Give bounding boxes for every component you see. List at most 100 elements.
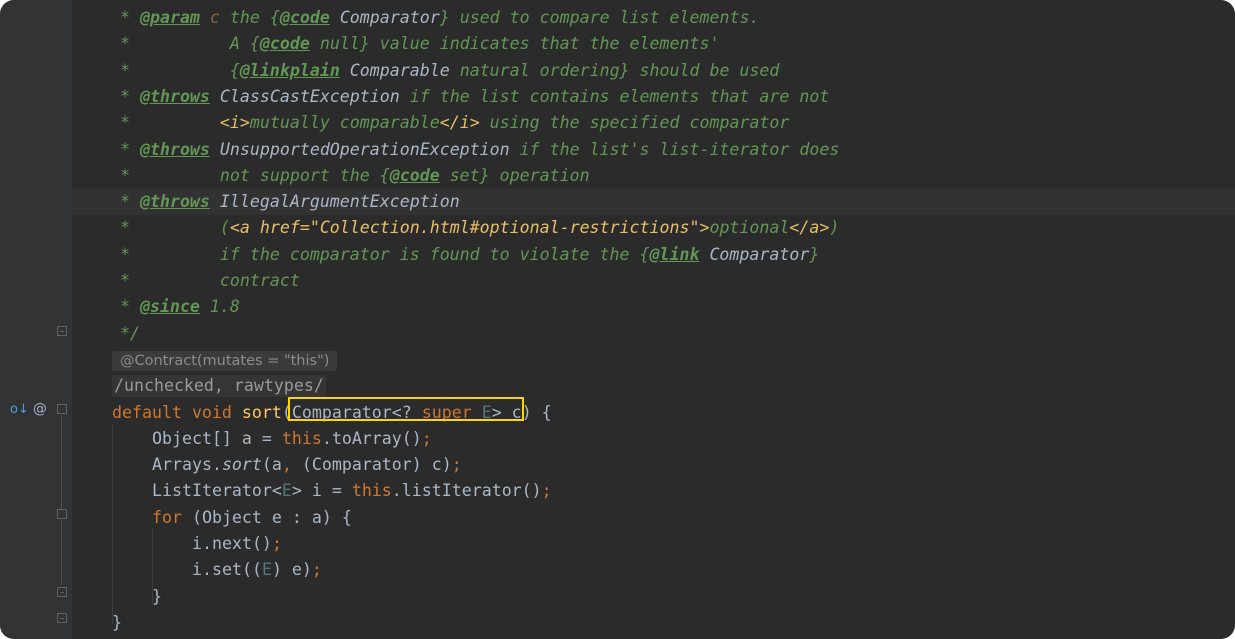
code-editor[interactable]: o↓ @ * @param c the {@code Comparator} u…: [0, 0, 1235, 639]
javadoc-star: *: [120, 60, 230, 80]
javadoc-star: *: [120, 271, 220, 290]
fold-end-javadoc-icon[interactable]: [57, 326, 67, 336]
javadoc-token: if the comparator is found to violate th…: [219, 244, 650, 264]
contract-inlay-hint: @Contract(mutates = "this"): [112, 350, 338, 371]
javadoc-star: *: [120, 8, 140, 27]
javadoc-star: *: [120, 218, 220, 238]
javadoc-line[interactable]: * @throws ClassCastException if the list…: [72, 84, 1235, 110]
javadoc-star: *: [120, 192, 140, 212]
javadoc-token: c: [199, 8, 230, 27]
editor-gutter: o↓ @: [0, 0, 72, 639]
javadoc-star: *: [120, 86, 140, 106]
code-token: i.set((: [192, 560, 262, 580]
javadoc-tag: @throws: [139, 139, 210, 159]
javadoc-line[interactable]: * @param c the {@code Comparator} used t…: [72, 5, 1235, 31]
javadoc-token: </i>: [439, 113, 480, 133]
javadoc-line[interactable]: * {@linkplain Comparable natural orderin…: [72, 58, 1235, 84]
code-line[interactable]: }: [72, 584, 1235, 610]
indent-guide: [112, 424, 113, 624]
javadoc-line[interactable]: * @throws IllegalArgumentException: [72, 189, 1235, 216]
javadoc-token: null} value indicates that the elements': [309, 34, 720, 54]
javadoc-line[interactable]: */: [72, 321, 1235, 347]
javadoc-token: optional: [709, 218, 790, 238]
signature-token: [182, 403, 192, 422]
fold-for-loop-icon[interactable]: [57, 509, 67, 519]
code-token: Object[] a =: [152, 428, 282, 448]
code-token: ;: [541, 481, 552, 501]
code-line[interactable]: i.next();: [72, 531, 1235, 557]
code-token: E: [281, 481, 292, 501]
signature-token: [232, 403, 242, 422]
javadoc-token: UnsupportedOperationException: [209, 139, 510, 159]
javadoc-line[interactable]: * A {@code null} value indicates that th…: [72, 31, 1235, 57]
code-line[interactable]: ListIterator<E> i = this.listIterator();: [72, 478, 1235, 504]
javadoc-tag: @throws: [139, 86, 210, 106]
javadoc-token: contract: [219, 271, 300, 290]
fold-end-for-loop-icon[interactable]: [57, 587, 67, 597]
fold-guide-line: [61, 415, 62, 510]
javadoc-star: *: [120, 165, 220, 185]
javadoc-token: IllegalArgumentException: [209, 192, 460, 212]
code-line[interactable]: for (Object e : a) {: [72, 505, 1235, 531]
code-token: this: [351, 481, 392, 501]
javadoc-token: @code: [389, 165, 440, 185]
javadoc-line[interactable]: * (<a href="Collection.html#optional-res…: [72, 215, 1235, 241]
javadoc-token: @code: [259, 34, 310, 54]
code-line[interactable]: Object[] a = this.toArray();: [72, 426, 1235, 452]
code-line[interactable]: }: [72, 610, 1235, 636]
override-method-icon[interactable]: o↓: [10, 402, 29, 417]
javadoc-token: } used to compare list elements.: [439, 8, 760, 27]
code-token: E: [261, 560, 272, 580]
javadoc-token: not support the {: [219, 165, 390, 185]
javadoc-token: if the list contains elements that are n…: [399, 86, 830, 106]
code-token: }: [152, 586, 162, 606]
javadoc-tag: @since: [139, 297, 200, 317]
javadoc-token: natural ordering} should be used: [449, 60, 780, 80]
code-token: ;: [271, 534, 282, 553]
code-token: .listIterator(): [391, 481, 542, 501]
javadoc-token: @code: [279, 8, 330, 27]
indent-guide: [152, 528, 153, 604]
javadoc-token: 1.8: [199, 297, 240, 317]
code-token: ListIterator<: [152, 481, 282, 501]
javadoc-token: {: [229, 60, 240, 80]
javadoc-token: the {: [229, 8, 280, 27]
code-token: i.next(): [192, 534, 272, 553]
method-signature-line[interactable]: default void sort(Comparator<? super E> …: [72, 400, 1235, 426]
fold-guide-line: [61, 520, 62, 585]
javadoc-line[interactable]: * @since 1.8: [72, 294, 1235, 320]
annotation-icon[interactable]: @: [33, 401, 47, 417]
javadoc-star: *: [120, 139, 140, 159]
code-token: ) e): [271, 560, 312, 580]
javadoc-line[interactable]: * contract: [72, 268, 1235, 294]
javadoc-line[interactable]: * not support the {@code set} operation: [72, 163, 1235, 189]
javadoc-token: @link: [649, 244, 700, 264]
fold-end-method-icon[interactable]: [57, 613, 67, 623]
javadoc-token: if the list's list-iterator does: [509, 139, 840, 159]
code-token: (a: [261, 455, 282, 475]
suppress-warnings-line[interactable]: /unchecked, rawtypes/: [72, 373, 1235, 399]
code-token: > i =: [291, 481, 352, 501]
javadoc-star: *: [120, 244, 220, 264]
code-token: .toArray(): [321, 428, 422, 448]
javadoc-token: Comparable: [339, 60, 450, 80]
code-line[interactable]: i.set((E) e);: [72, 557, 1235, 583]
signature-token: void: [191, 402, 232, 422]
code-line[interactable]: Arrays.sort(a, (Comparator) c);: [72, 452, 1235, 478]
code-token: ;: [451, 455, 462, 475]
javadoc-token: (: [219, 218, 230, 238]
javadoc-token: }: [809, 244, 820, 264]
javadoc-star: *: [120, 297, 140, 317]
javadoc-line[interactable]: * @throws UnsupportedOperationException …: [72, 137, 1235, 163]
javadoc-line[interactable]: * if the comparator is found to violate …: [72, 242, 1235, 268]
code-token: ,: [281, 455, 292, 475]
signature-token: sort: [241, 402, 282, 422]
parameter-highlight-box: [288, 397, 524, 421]
javadoc-line[interactable]: * <i>mutually comparable</i> using the s…: [72, 110, 1235, 136]
javadoc-token: </a>: [789, 218, 830, 238]
javadoc-tag: @throws: [139, 192, 210, 212]
javadoc-token: @linkplain: [239, 60, 340, 80]
inlay-hint-line[interactable]: @Contract(mutates = "this"): [72, 347, 1235, 373]
suppress-warnings-comment: /unchecked, rawtypes/: [112, 375, 326, 398]
fold-method-icon[interactable]: [57, 404, 67, 414]
